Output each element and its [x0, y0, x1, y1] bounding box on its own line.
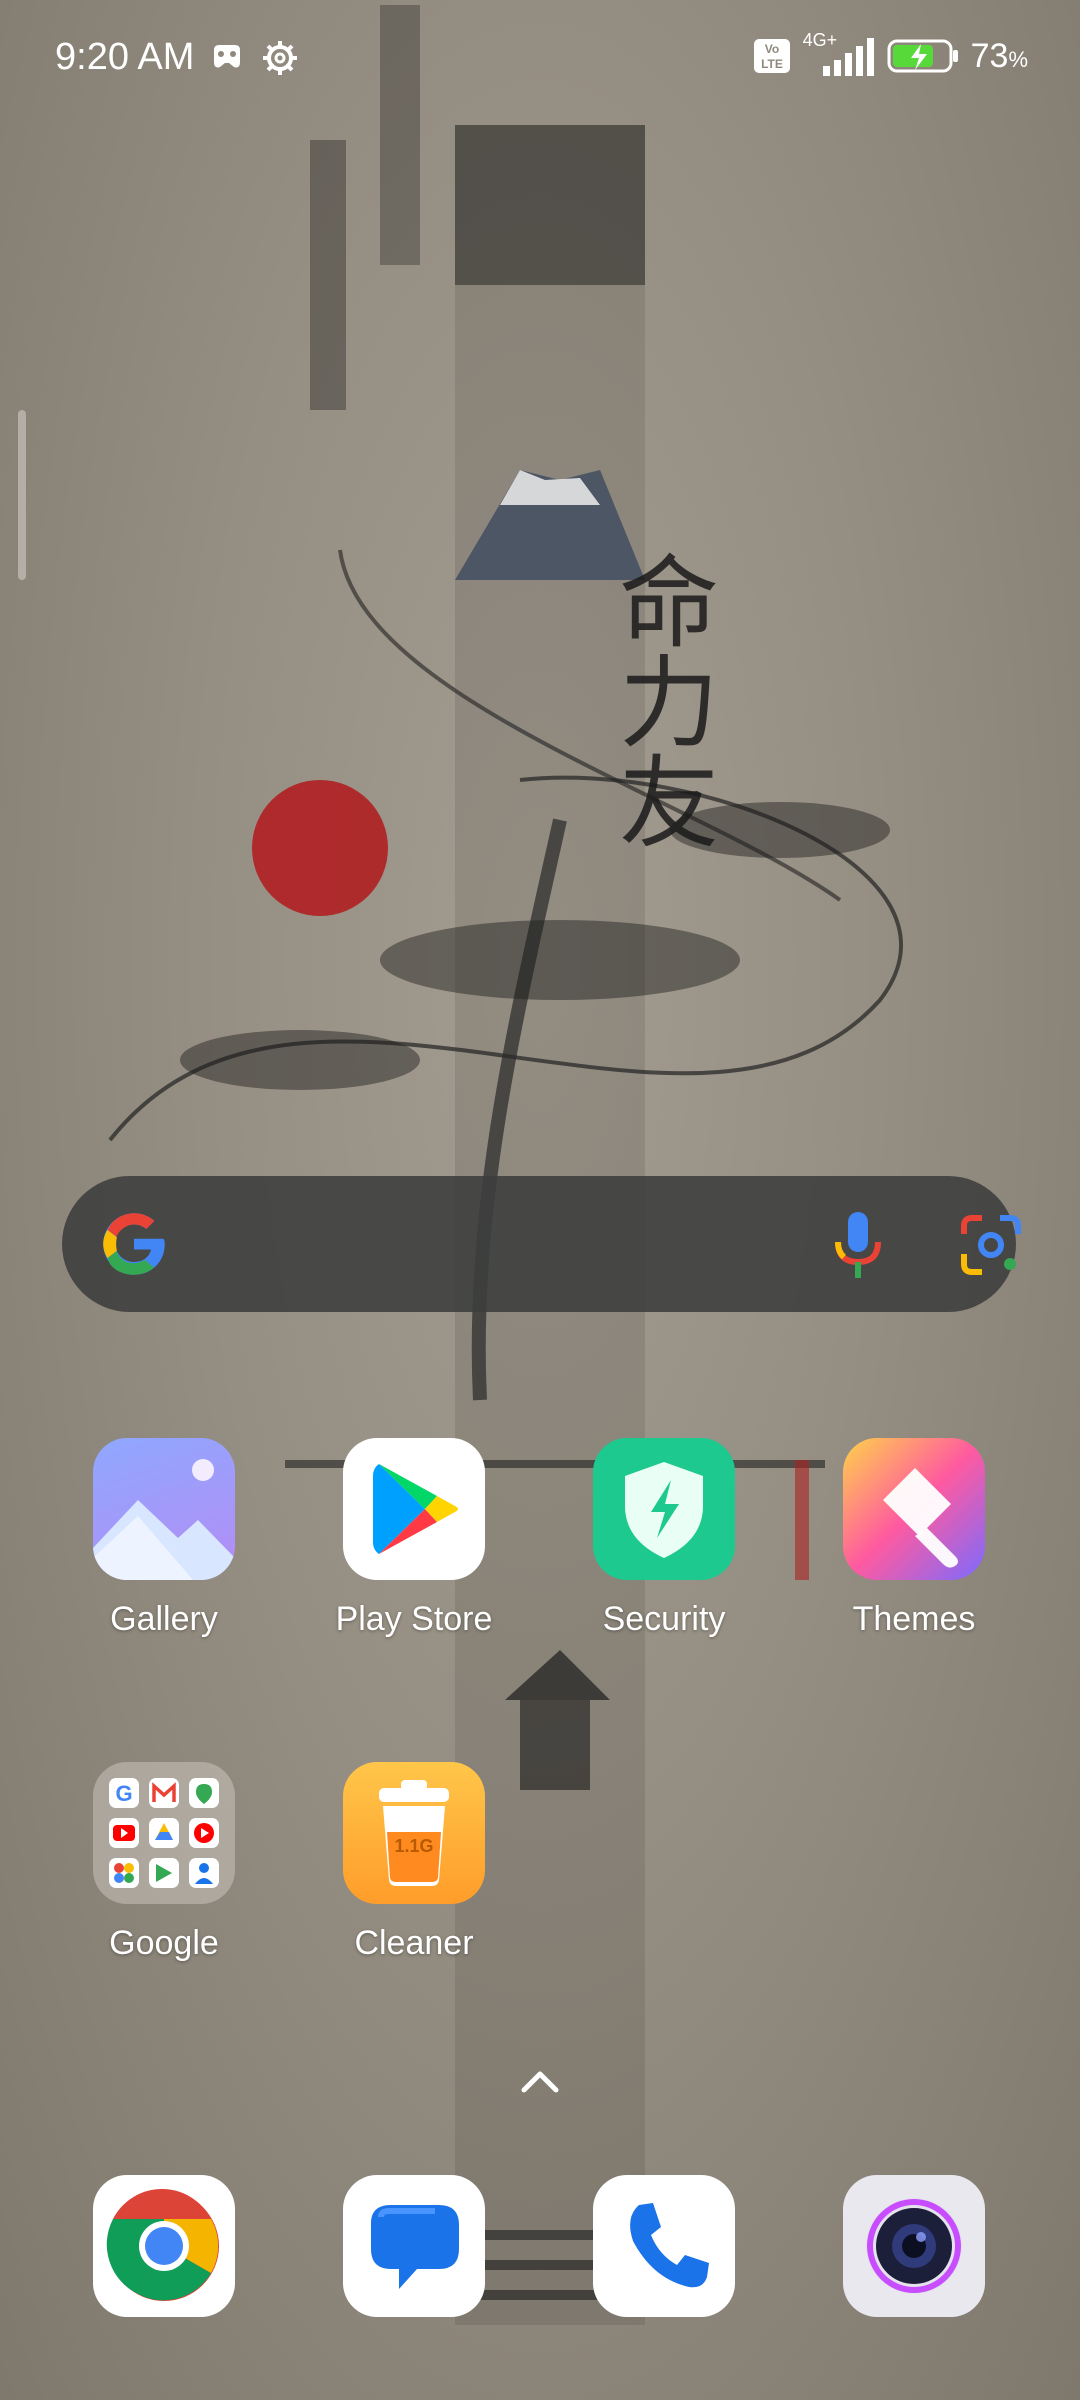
battery-charging-icon: [887, 39, 958, 73]
chrome-icon: [106, 2188, 219, 2301]
gallery-icon: [93, 1438, 235, 1580]
dock-chrome[interactable]: [93, 2175, 235, 2317]
cleaner-bin-icon: 1.1G: [343, 1762, 485, 1904]
wallpaper-calligraphy: 命力友: [602, 550, 719, 850]
app-security[interactable]: Security: [564, 1438, 764, 1639]
folder-google[interactable]: G Google: [64, 1762, 264, 1963]
app-label: Cleaner: [354, 1924, 474, 1962]
settings-gear-icon: [263, 41, 297, 75]
app-label: Gallery: [110, 1600, 218, 1638]
security-shield-icon: [593, 1438, 735, 1580]
cellular-signal-icon: 4G+: [803, 30, 875, 76]
volte-icon: Vo LTE: [753, 39, 790, 73]
dock-camera[interactable]: [843, 2175, 985, 2317]
phone-icon: [630, 2203, 709, 2288]
voice-search-icon[interactable]: [828, 1210, 888, 1282]
google-lens-icon[interactable]: [960, 1214, 1022, 1276]
app-label: Themes: [852, 1600, 976, 1638]
google-search-bar[interactable]: [62, 1176, 1021, 1312]
dock-messages[interactable]: [343, 2175, 485, 2317]
app-gallery[interactable]: Gallery: [64, 1438, 264, 1639]
svg-text:G: G: [115, 1781, 132, 1806]
cleaner-storage-badge: 1.1G: [394, 1836, 433, 1856]
app-cleaner[interactable]: 1.1G Cleaner: [314, 1762, 514, 1963]
status-bar: 9:20 AM Vo LTE 4G+ 73%: [0, 0, 1080, 120]
camera-icon: [866, 2198, 962, 2294]
messages-icon: [371, 2205, 459, 2289]
app-label: Google: [109, 1924, 219, 1962]
google-folder-icon: G: [93, 1762, 235, 1904]
dock-phone[interactable]: [593, 2175, 735, 2317]
play-store-icon: [343, 1438, 485, 1580]
app-label: Security: [602, 1600, 726, 1638]
app-drawer-chevron-up-icon[interactable]: [520, 2068, 560, 2094]
google-logo-icon: [103, 1213, 165, 1275]
app-play-store[interactable]: Play Store: [314, 1438, 514, 1639]
svg-text:LTE: LTE: [761, 57, 783, 71]
themes-brush-icon: [843, 1438, 985, 1580]
status-time: 9:20 AM: [55, 36, 195, 78]
battery-percent: 73%: [970, 36, 1028, 75]
svg-text:Vo: Vo: [764, 42, 778, 56]
game-turbo-icon: [214, 45, 240, 68]
status-notification-icons: [210, 40, 298, 76]
page-indicator: [18, 410, 26, 580]
status-system-icons: Vo LTE 4G+ 73%: [753, 30, 1028, 76]
app-label: Play Store: [335, 1600, 493, 1638]
app-themes[interactable]: Themes: [814, 1438, 1014, 1639]
